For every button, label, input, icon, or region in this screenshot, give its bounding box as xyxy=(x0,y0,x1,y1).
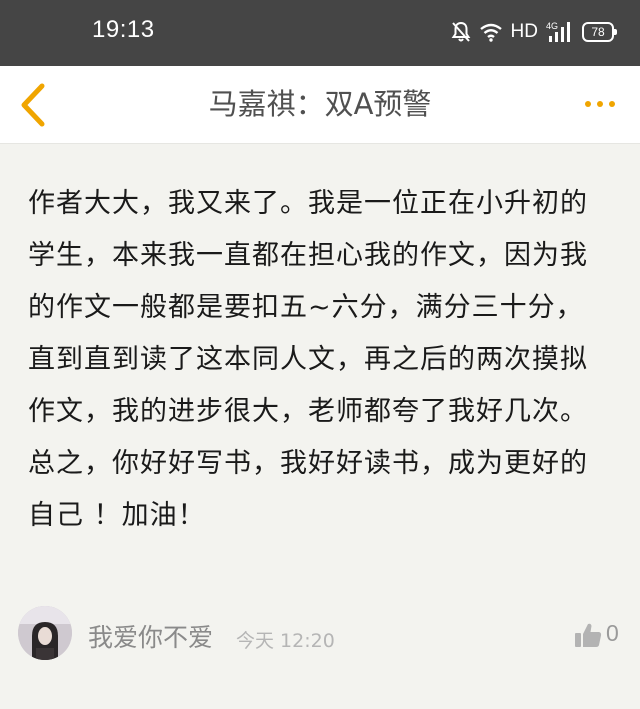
thumbs-up-icon[interactable] xyxy=(574,622,602,648)
status-time: 19:13 xyxy=(92,16,155,43)
battery-icon: 78 xyxy=(582,22,617,42)
avatar-image xyxy=(18,606,72,660)
mute-icon xyxy=(451,21,470,42)
comment-footer: 我爱你不爱 今天 12:20 0 xyxy=(0,600,640,670)
more-dots-icon xyxy=(585,101,615,107)
more-button[interactable] xyxy=(582,88,622,120)
page-title: 马嘉祺：双A预警 xyxy=(208,87,432,121)
nav-bar: 马嘉祺：双A预警 xyxy=(0,66,640,144)
comment-time: 今天 12:20 xyxy=(236,630,335,652)
signal-icon: 4G xyxy=(546,21,570,42)
hd-label: HD xyxy=(510,21,538,42)
svg-text:4G: 4G xyxy=(546,21,558,31)
like-count: 0 xyxy=(606,620,619,646)
status-bar: 19:13 HD 4G 78 xyxy=(0,0,640,66)
avatar[interactable] xyxy=(18,606,72,660)
status-icons: HD 4G 78 xyxy=(451,18,617,46)
comment-text: 作者大大，我又来了。我是一位正在小升初的学生，本来我一直都在担心我的作文，因为我… xyxy=(28,188,588,531)
comment-author[interactable]: 我爱你不爱 xyxy=(88,618,213,654)
wifi-icon xyxy=(479,23,502,42)
